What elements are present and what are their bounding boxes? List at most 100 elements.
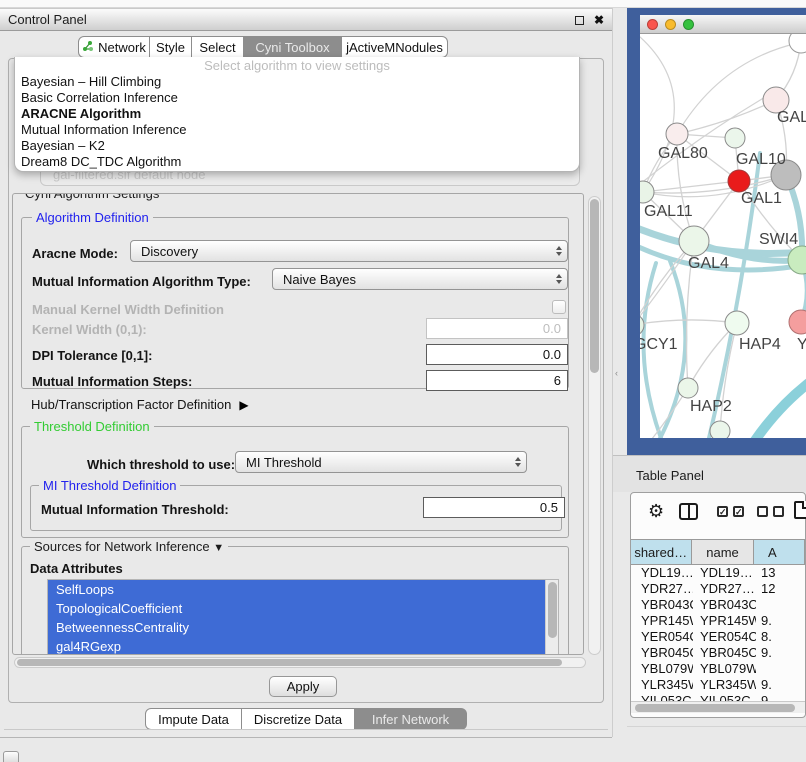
tab-network[interactable]: Network: [78, 36, 150, 58]
table-panel-titlebar[interactable]: Table Panel: [613, 455, 806, 492]
splitter-handle[interactable]: ‹: [615, 368, 618, 378]
cyni-algorithm-settings-group: Cyni Algorithm Settings Algorithm Defini…: [12, 193, 584, 655]
attribute-item-betweennesscentrality[interactable]: BetweennessCentrality: [48, 618, 545, 637]
table-row[interactable]: YDR27…YDR27…12: [631, 581, 805, 597]
tab-style[interactable]: Style: [150, 36, 192, 58]
settings-horizontal-scrollbar-thumb[interactable]: [17, 659, 562, 666]
checked-checkbox-icon[interactable]: ✓: [733, 506, 744, 517]
table-row[interactable]: YIL053CYIL053C9.: [631, 693, 805, 701]
table-row[interactable]: YBR043CYBR043C: [631, 597, 805, 613]
table-row[interactable]: YBR045CYBR045C9.: [631, 645, 805, 661]
algorithm-definition-legend: Algorithm Definition: [32, 210, 153, 225]
algorithm-option-dream8-dc-tdc-algorithm[interactable]: Dream8 DC_TDC Algorithm: [15, 154, 579, 170]
close-traffic-light[interactable]: [647, 19, 658, 30]
table-row[interactable]: YDL19…YDL19…13: [631, 565, 805, 581]
control-panel-titlebar[interactable]: Control Panel ✖: [0, 8, 613, 31]
kernel-width-input[interactable]: 0.0: [426, 318, 568, 339]
attribute-item-topologicalcoefficient[interactable]: TopologicalCoefficient: [48, 599, 545, 618]
network-node-gal1[interactable]: [728, 170, 750, 192]
columns-icon[interactable]: [679, 503, 698, 520]
column-header-a[interactable]: A: [754, 540, 805, 564]
checked-checkbox-icon[interactable]: ✓: [717, 506, 728, 517]
tab-jactivemnodules[interactable]: jActiveMNodules: [342, 36, 448, 58]
zoom-traffic-light[interactable]: [683, 19, 694, 30]
table-body: YDL19…YDL19…13YDR27…YDR27…12YBR043CYBR04…: [631, 565, 805, 701]
algorithm-option-basic-correlation-inference[interactable]: Basic Correlation Inference: [15, 90, 579, 106]
mi-type-value: Naive Bayes: [273, 272, 551, 287]
minimize-traffic-light[interactable]: [665, 19, 676, 30]
close-icon[interactable]: ✖: [594, 13, 604, 27]
table-cell: YIL053C: [631, 693, 693, 701]
table-cell: 9.: [756, 693, 805, 701]
which-threshold-combo[interactable]: MI Threshold: [235, 451, 527, 473]
mi-steps-input[interactable]: 6: [426, 370, 568, 391]
aracne-mode-combo[interactable]: Discovery: [130, 240, 568, 262]
data-attributes-list[interactable]: SelfLoopsTopologicalCoefficientBetweenne…: [47, 579, 559, 655]
table-panel-title: Table Panel: [636, 468, 704, 483]
manual-kernel-checkbox[interactable]: [552, 300, 566, 314]
mi-threshold-input[interactable]: 0.5: [423, 497, 565, 518]
attributes-scrollbar-thumb[interactable]: [548, 582, 557, 638]
mi-threshold-group: MI Threshold Definition Mutual Informati…: [30, 485, 562, 531]
network-view-window[interactable]: GALGAL80GAL10GAL1GAL11SWI4GAL4GCY1HAP4YH…: [627, 8, 806, 455]
dpi-tolerance-label: DPI Tolerance [0,1]:: [32, 348, 152, 363]
algorithm-option-mutual-information-inference[interactable]: Mutual Information Inference: [15, 122, 579, 138]
network-node-hap2[interactable]: [678, 378, 698, 398]
data-attributes-label: Data Attributes: [30, 561, 123, 576]
aracne-mode-label: Aracne Mode:: [32, 246, 118, 261]
node-label: SWI4: [759, 231, 798, 248]
table-row[interactable]: YBL079WYBL079W: [631, 661, 805, 677]
dpi-tolerance-input[interactable]: 0.0: [426, 344, 568, 365]
network-node-gal4[interactable]: [679, 226, 709, 256]
gear-icon[interactable]: ⚙: [648, 501, 664, 521]
hub-definition-toggle[interactable]: Hub/Transcription Factor Definition▶: [31, 397, 249, 412]
table-cell: YDL19…: [693, 565, 756, 581]
tab-label: Style: [156, 40, 185, 55]
algorithm-option-bayesian-k2[interactable]: Bayesian – K2: [15, 138, 579, 154]
tab-cyni-toolbox[interactable]: Cyni Toolbox: [244, 36, 342, 58]
network-edge: [640, 37, 674, 189]
panel-corner-button[interactable]: [3, 751, 19, 762]
document-icon[interactable]: [794, 501, 806, 519]
table-horizontal-scrollbar[interactable]: [631, 701, 805, 713]
network-window-titlebar[interactable]: [640, 15, 806, 34]
float-window-icon[interactable]: [575, 16, 584, 25]
network-node-y[interactable]: [789, 310, 806, 334]
algorithm-option-aracne-algorithm[interactable]: ARACNE Algorithm: [15, 106, 579, 122]
attributes-scrollbar[interactable]: [545, 580, 558, 655]
sources-legend[interactable]: Sources for Network Inference ▼: [30, 539, 228, 556]
divider: [627, 726, 806, 727]
node-label: GAL4: [688, 255, 729, 272]
network-node[interactable]: [710, 421, 730, 438]
settings-vertical-scrollbar[interactable]: [588, 196, 601, 655]
table-cell: YBR045C: [693, 645, 756, 661]
node-label: GAL1: [741, 190, 782, 207]
unchecked-checkbox-icon[interactable]: [757, 506, 768, 517]
sources-group: Sources for Network Inference ▼ Data Att…: [21, 546, 569, 655]
network-canvas[interactable]: GALGAL80GAL10GAL1GAL11SWI4GAL4GCY1HAP4YH…: [640, 34, 806, 438]
tab-discretize-data[interactable]: Discretize Data: [242, 708, 355, 730]
table-row[interactable]: YER054CYER054C8.: [631, 629, 805, 645]
attribute-item-selfloops[interactable]: SelfLoops: [48, 580, 545, 599]
network-node-gal10[interactable]: [725, 128, 745, 148]
tab-select[interactable]: Select: [192, 36, 244, 58]
attribute-item-gal4rgexp[interactable]: gal4RGexp: [48, 637, 545, 655]
settings-horizontal-scrollbar[interactable]: [14, 657, 586, 668]
algorithm-option-bayesian-hill-climbing[interactable]: Bayesian – Hill Climbing: [15, 74, 579, 90]
column-header-shared[interactable]: shared…: [631, 540, 692, 564]
unchecked-checkbox-icon[interactable]: [773, 506, 784, 517]
table-cell: YBR043C: [693, 597, 756, 613]
column-header-name[interactable]: name: [692, 540, 754, 564]
network-node-hap4[interactable]: [725, 311, 749, 335]
mi-type-combo[interactable]: Naive Bayes: [272, 268, 568, 290]
table-horizontal-scrollbar-thumb[interactable]: [635, 704, 795, 712]
tab-infer-network[interactable]: Infer Network: [355, 708, 467, 730]
network-node-gal80[interactable]: [666, 123, 688, 145]
table-row[interactable]: YPR145WYPR145W9.: [631, 613, 805, 629]
network-edge: [643, 181, 739, 192]
tab-impute-data[interactable]: Impute Data: [145, 708, 242, 730]
settings-vertical-scrollbar-thumb[interactable]: [590, 199, 599, 373]
apply-button[interactable]: Apply: [269, 676, 337, 697]
table-row[interactable]: YLR345WYLR345W9.: [631, 677, 805, 693]
network-node[interactable]: [789, 34, 806, 53]
